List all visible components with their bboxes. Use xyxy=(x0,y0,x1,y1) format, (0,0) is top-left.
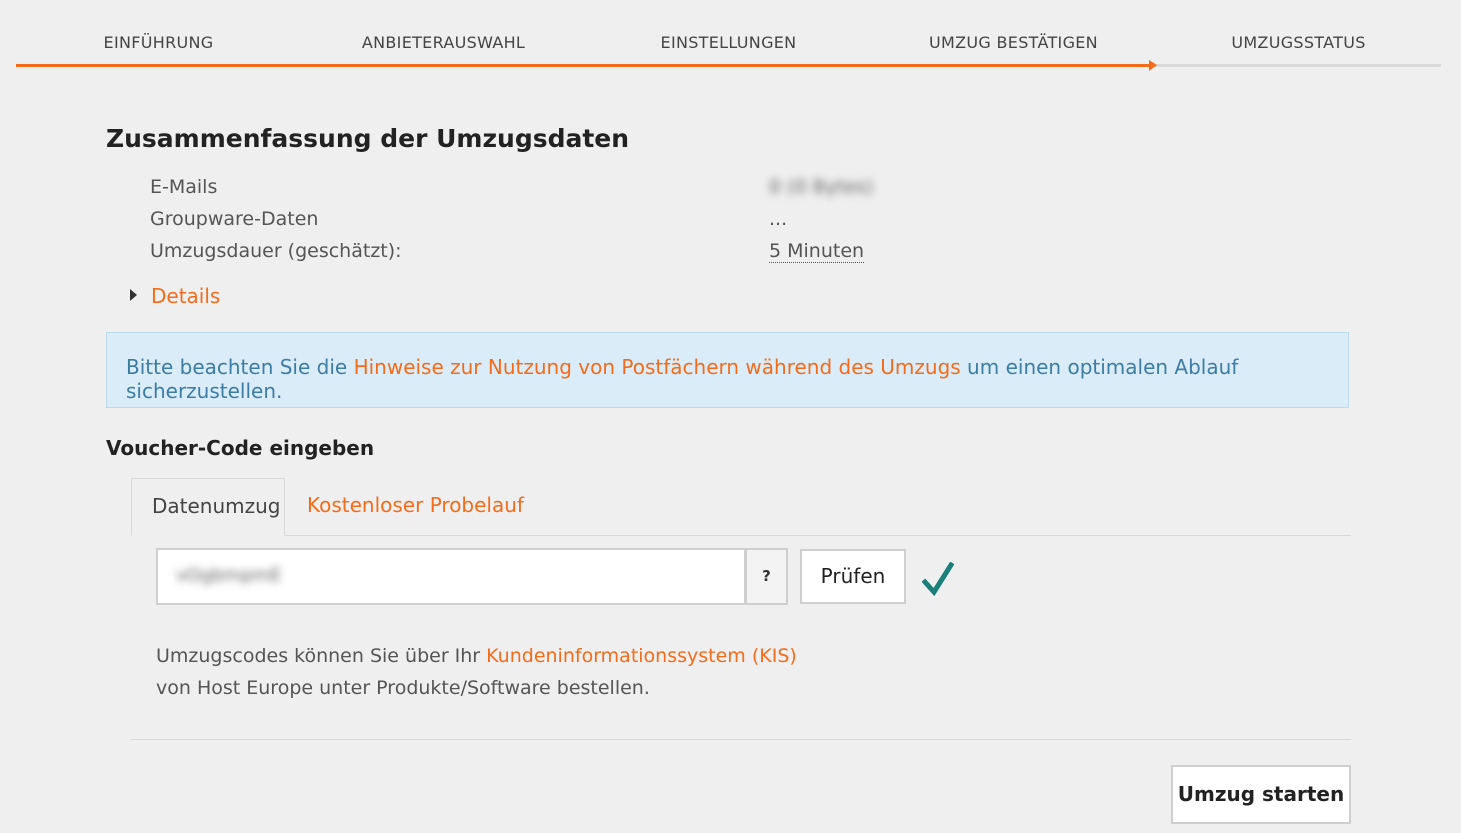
progress-arrow-icon xyxy=(1149,60,1157,71)
tab-datenumzug[interactable]: Datenumzug xyxy=(131,478,285,536)
voucher-code-input[interactable]: vOgbmpmE xyxy=(156,548,746,605)
voucher-info-suffix: von Host Europe unter Produkte/Software … xyxy=(156,677,650,699)
section-divider xyxy=(131,739,1351,740)
kis-link[interactable]: Kundeninformationssystem (KIS) xyxy=(486,645,797,667)
summary-label-emails: E-Mails xyxy=(150,176,218,198)
voucher-info-prefix: Umzugscodes können Sie über Ihr xyxy=(156,645,487,667)
summary-label-duration: Umzugsdauer (geschätzt): xyxy=(150,240,402,262)
notice-box: Bitte beachten Sie die Hinweise zur Nutz… xyxy=(106,332,1349,408)
tab-kostenloser-probelauf[interactable]: Kostenloser Probelauf xyxy=(287,478,544,536)
voucher-title: Voucher-Code eingeben xyxy=(106,436,375,460)
voucher-info: Umzugscodes können Sie über Ihr Kundenin… xyxy=(156,640,797,704)
summary-label-groupware: Groupware-Daten xyxy=(150,208,319,230)
progress-steps: Einführung Anbieterauswahl Einstellungen… xyxy=(16,0,1441,72)
step-anbieterauswahl: Anbieterauswahl xyxy=(361,33,526,52)
details-label: Details xyxy=(151,284,221,308)
pruefen-button[interactable]: Prüfen xyxy=(800,549,906,604)
summary-value-duration: 5 Minuten xyxy=(769,240,865,263)
help-button[interactable]: ? xyxy=(745,548,788,605)
step-einfuehrung: Einführung xyxy=(103,33,214,52)
step-umzugsstatus: Umzugsstatus xyxy=(1231,33,1366,52)
umzug-starten-button[interactable]: Umzug starten xyxy=(1171,765,1351,824)
step-einstellungen: Einstellungen xyxy=(660,33,797,52)
summary-value-emails: 0 (0 Bytes) xyxy=(769,176,874,198)
notice-prefix: Bitte beachten Sie die xyxy=(126,355,354,379)
summary-value-groupware: ... xyxy=(769,208,788,230)
checkmark-icon xyxy=(922,562,954,596)
voucher-code-value: vOgbmpmE xyxy=(176,565,282,586)
progress-fill xyxy=(16,64,1149,67)
details-toggle[interactable]: Details xyxy=(130,284,220,308)
step-umzug-bestaetigen: Umzug bestätigen xyxy=(929,33,1098,52)
summary-value-duration-wrap: 5 Minuten xyxy=(769,240,865,263)
summary-title: Zusammenfassung der Umzugsdaten xyxy=(106,124,630,153)
notice-link[interactable]: Hinweise zur Nutzung von Postfächern wäh… xyxy=(354,355,961,379)
caret-right-icon xyxy=(130,289,137,301)
